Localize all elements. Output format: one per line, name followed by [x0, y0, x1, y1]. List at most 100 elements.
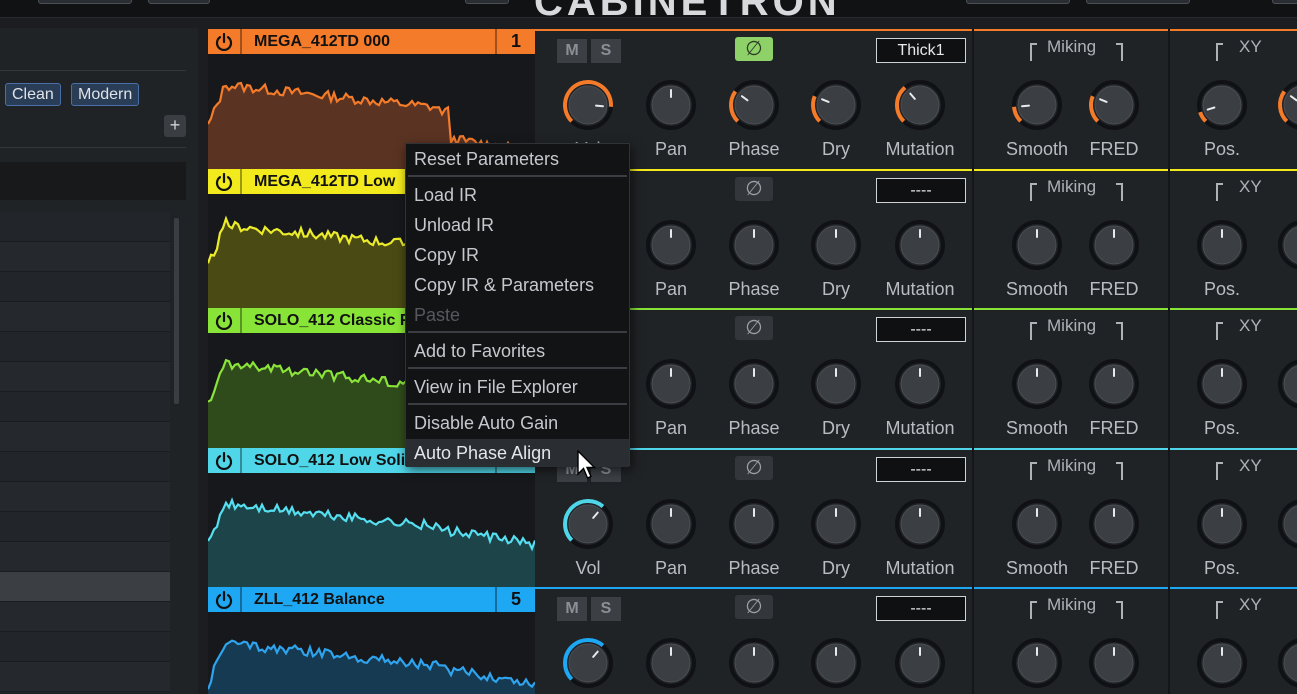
knob-pos[interactable]: [1196, 219, 1248, 271]
knob-pos[interactable]: [1196, 79, 1248, 131]
knob-phase[interactable]: [728, 498, 780, 550]
list-item[interactable]: [0, 422, 170, 452]
knob-d[interactable]: [1277, 637, 1297, 689]
top-toolbar-button[interactable]: [465, 0, 509, 4]
menu-item-unload-ir[interactable]: Unload IR: [406, 211, 629, 239]
list-item[interactable]: [0, 302, 170, 332]
knob-vol[interactable]: [562, 637, 614, 689]
menu-item-disable-auto-gain[interactable]: Disable Auto Gain: [406, 409, 629, 437]
phase-invert-button[interactable]: ∅: [735, 316, 773, 340]
preset-field[interactable]: ----: [876, 596, 966, 621]
knob-phase[interactable]: [728, 637, 780, 689]
knob-d[interactable]: [1277, 79, 1297, 131]
tag-clean[interactable]: Clean: [5, 83, 61, 106]
list-item[interactable]: [0, 662, 170, 692]
top-toolbar-button[interactable]: [966, 0, 1070, 4]
knob-mutation[interactable]: [894, 219, 946, 271]
top-toolbar-button[interactable]: [38, 0, 132, 4]
menu-item-reset-parameters[interactable]: Reset Parameters: [406, 145, 629, 173]
knob-fred[interactable]: [1088, 219, 1140, 271]
knob-vol[interactable]: [562, 79, 614, 131]
slot-header[interactable]: ZLL_412 Balance 5: [208, 587, 535, 612]
knob-smooth[interactable]: [1011, 498, 1063, 550]
knob-fred[interactable]: [1088, 358, 1140, 410]
knob-pan[interactable]: [645, 219, 697, 271]
phase-invert-button[interactable]: ∅: [735, 595, 773, 619]
knob-pos[interactable]: [1196, 498, 1248, 550]
power-button[interactable]: [208, 169, 242, 194]
section-divider: [972, 308, 974, 448]
list-item[interactable]: [0, 272, 170, 302]
knob-fred[interactable]: [1088, 637, 1140, 689]
mute-button[interactable]: M: [557, 597, 587, 621]
preset-field[interactable]: Thick1: [876, 38, 966, 63]
phase-invert-button[interactable]: ∅: [735, 37, 773, 61]
preset-field[interactable]: ----: [876, 178, 966, 203]
preset-field[interactable]: ----: [876, 317, 966, 342]
tag-modern[interactable]: Modern: [71, 83, 140, 106]
list-item[interactable]: [0, 362, 170, 392]
list-item[interactable]: [0, 542, 170, 572]
list-item[interactable]: [0, 212, 170, 242]
knob-mutation[interactable]: [894, 637, 946, 689]
knob-smooth[interactable]: [1011, 79, 1063, 131]
knob-dry[interactable]: [810, 358, 862, 410]
knob-pan[interactable]: [645, 498, 697, 550]
knob-vol[interactable]: [562, 498, 614, 550]
phase-invert-button[interactable]: ∅: [735, 177, 773, 201]
menu-item-copy-ir-parameters[interactable]: Copy IR & Parameters: [406, 271, 629, 299]
slot-header[interactable]: MEGA_412TD 000 1: [208, 29, 535, 54]
knob-pos[interactable]: [1196, 358, 1248, 410]
menu-item-add-to-favorites[interactable]: Add to Favorites: [406, 337, 629, 365]
list-item[interactable]: [0, 332, 170, 362]
knob-phase[interactable]: [728, 358, 780, 410]
knob-mutation[interactable]: [894, 358, 946, 410]
knob-mutation[interactable]: [894, 498, 946, 550]
power-button[interactable]: [208, 587, 242, 612]
knob-pan[interactable]: [645, 79, 697, 131]
phase-invert-button[interactable]: ∅: [735, 456, 773, 480]
top-toolbar-button[interactable]: [1086, 0, 1190, 4]
knob-d[interactable]: [1277, 219, 1297, 271]
knob-pan[interactable]: [645, 358, 697, 410]
browser-scrollbar[interactable]: [174, 218, 179, 404]
power-button[interactable]: [208, 29, 242, 54]
list-item[interactable]: [0, 392, 170, 422]
list-item[interactable]: [0, 452, 170, 482]
browser-search-field[interactable]: [0, 162, 186, 200]
knob-dry[interactable]: [810, 79, 862, 131]
list-item[interactable]: [0, 242, 170, 272]
knob-mutation[interactable]: [894, 79, 946, 131]
list-item[interactable]: [0, 602, 170, 632]
power-button[interactable]: [208, 448, 242, 473]
menu-item-view-in-file-explorer[interactable]: View in File Explorer: [406, 373, 629, 401]
solo-button[interactable]: S: [591, 39, 621, 63]
menu-item-copy-ir[interactable]: Copy IR: [406, 241, 629, 269]
solo-button[interactable]: S: [591, 597, 621, 621]
knob-pan[interactable]: [645, 637, 697, 689]
knob-fred[interactable]: [1088, 498, 1140, 550]
list-item-selected[interactable]: [0, 572, 170, 602]
knob-d[interactable]: [1277, 498, 1297, 550]
preset-field[interactable]: ----: [876, 457, 966, 482]
knob-d[interactable]: [1277, 358, 1297, 410]
power-button[interactable]: [208, 308, 242, 333]
knob-dry[interactable]: [810, 219, 862, 271]
add-tag-button[interactable]: +: [164, 115, 186, 137]
knob-dry[interactable]: [810, 637, 862, 689]
menu-item-load-ir[interactable]: Load IR: [406, 181, 629, 209]
knob-pos[interactable]: [1196, 637, 1248, 689]
knob-smooth[interactable]: [1011, 219, 1063, 271]
knob-dry[interactable]: [810, 498, 862, 550]
mute-button[interactable]: M: [557, 39, 587, 63]
knob-fred[interactable]: [1088, 79, 1140, 131]
top-toolbar-button[interactable]: [1272, 0, 1297, 4]
knob-smooth[interactable]: [1011, 637, 1063, 689]
list-item[interactable]: [0, 512, 170, 542]
list-item[interactable]: [0, 632, 170, 662]
knob-phase[interactable]: [728, 219, 780, 271]
list-item[interactable]: [0, 482, 170, 512]
knob-smooth[interactable]: [1011, 358, 1063, 410]
top-toolbar-button[interactable]: [148, 0, 210, 4]
knob-phase[interactable]: [728, 79, 780, 131]
